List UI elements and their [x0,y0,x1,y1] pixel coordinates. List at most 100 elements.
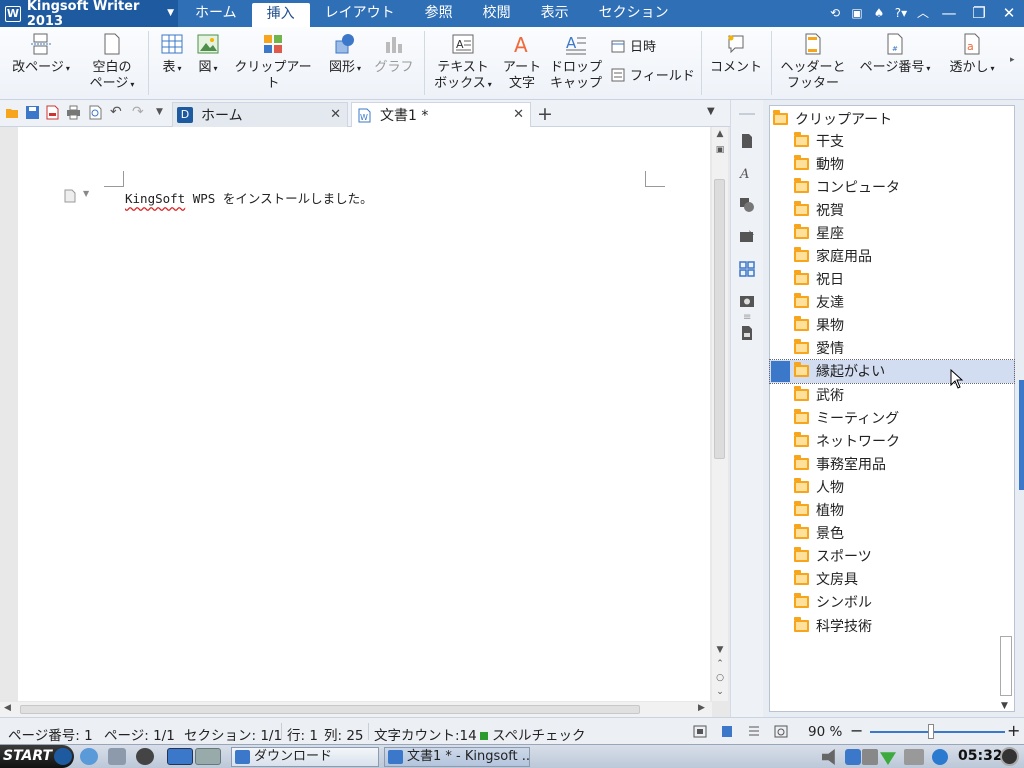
zoom-slider[interactable] [870,731,1005,733]
web-view-icon[interactable] [774,725,788,738]
tab-insert[interactable]: 挿入 [251,3,310,27]
paragraph-handle-icon[interactable] [64,189,76,203]
customize-dropdown-icon[interactable]: ▼ [156,107,163,117]
next-page-icon[interactable]: ⌄ [712,687,728,697]
export-pdf-icon[interactable] [45,105,60,120]
undo-icon[interactable]: ↶ [110,104,122,120]
clipart-category-item[interactable]: コンピュータ [770,175,1014,198]
save-icon[interactable] [25,105,40,120]
workspace-2-icon[interactable] [195,748,221,765]
horizontal-scrollbar[interactable]: ◀ ▶ [0,702,712,717]
volume-icon[interactable] [822,749,835,765]
print-preview-icon[interactable] [88,105,103,120]
file-manager-icon[interactable] [108,748,126,765]
datetime-button[interactable]: 日時 [611,36,656,55]
clipart-category-item[interactable]: 武術 [770,383,1014,406]
app-menu-button[interactable]: W Kingsoft Writer 2013 ▼ [0,0,178,29]
document-text[interactable]: KingSoft WPS をインストールしました。 [125,188,373,207]
skin-icon[interactable]: ▣ [846,0,868,27]
misspelled-word[interactable]: KingSoft [125,191,185,206]
clipart-category-item[interactable]: 文房具 [770,568,1014,591]
field-button[interactable]: フィールド [611,65,695,84]
clipart-category-item[interactable]: 果物 [770,314,1014,337]
clipart-category-item[interactable]: 祝賀 [770,198,1014,221]
panel-scroll-down-icon[interactable]: ▼ [1001,701,1008,711]
status-spell-check[interactable]: スペルチェック [480,724,586,744]
open-folder-icon[interactable] [5,105,20,120]
page-view-icon[interactable] [720,725,734,738]
panel-collapse-handle[interactable] [1019,380,1024,490]
watermark-button[interactable]: a 透かし ▾ [944,33,1000,77]
clipart-category-item[interactable]: 人物 [770,475,1014,498]
table-button[interactable]: 表 ▾ [156,33,188,77]
panel-splitter[interactable]: ≡ [743,312,751,323]
status-char-count[interactable]: 文字カウント:14 [374,724,477,744]
start-orb-icon[interactable] [54,748,72,765]
zoom-out-button[interactable]: − [850,721,863,740]
close-tab-icon[interactable]: ✕ [330,107,341,122]
tab-home-doc[interactable]: D ホーム ✕ [172,102,348,127]
clipart-category-item[interactable]: 事務室用品 [770,452,1014,475]
workspace-1-icon[interactable] [167,748,193,765]
clipart-category-item[interactable]: 祝日 [770,268,1014,291]
tab-section[interactable]: セクション [584,0,684,27]
ribbon-scroll-right-icon[interactable]: ▸ [1010,55,1015,65]
clipart-button[interactable]: クリップアート [230,33,316,92]
chart-button[interactable]: グラフ [374,33,414,76]
task-download[interactable]: ダウンロード [231,747,379,767]
clipart-category-item[interactable]: 植物 [770,499,1014,522]
battery-icon[interactable] [862,749,878,765]
clipart-category-item[interactable]: 動物 [770,152,1014,175]
tab-document[interactable]: W 文書1 * ✕ [351,102,531,127]
minimize-button[interactable]: — [934,0,964,27]
header-footer-button[interactable]: ヘッダーと フッター [778,33,848,92]
clipart-root[interactable]: クリップアート [773,109,892,129]
headphones-icon[interactable] [136,748,154,765]
close-tab-icon[interactable]: ✕ [513,107,524,122]
clipart-category-item[interactable]: 星座 [770,221,1014,244]
fullscreen-icon[interactable] [693,725,707,738]
new-tab-icon[interactable]: + [537,103,553,125]
prev-page-icon[interactable]: ⌃ [712,659,728,669]
picture-button[interactable]: 図 ▾ [192,33,224,77]
tab-references[interactable]: 参照 [410,0,468,27]
tab-layout[interactable]: レイアウト [310,0,410,27]
wifi-icon[interactable] [880,752,896,765]
clipart-category-item[interactable]: 友達 [770,291,1014,314]
shirt-icon[interactable]: ♠ [868,0,890,27]
zoom-level[interactable]: 90 % [808,724,842,740]
clipart-panel-icon[interactable] [739,261,755,277]
shape-format-icon[interactable] [739,197,755,213]
print-icon[interactable] [66,105,81,120]
wordart-button[interactable]: A アート 文字 [500,33,544,92]
close-button[interactable]: ✕ [994,0,1024,27]
scroll-down-icon[interactable]: ▼ [712,645,728,655]
select-browse-icon[interactable]: ○ [712,673,728,683]
shapes-button[interactable]: 図形 ▾ [324,33,366,77]
zoom-in-button[interactable]: + [1007,721,1020,740]
scroll-up-icon[interactable]: ▲ [712,129,728,139]
paragraph-dropdown-icon[interactable]: ▼ [83,189,89,198]
page-break-button[interactable]: 改ページ ▾ [8,33,74,77]
panel-scrollbar[interactable]: ▼ [998,636,1014,711]
new-document-icon[interactable] [739,133,755,149]
clipart-category-item[interactable]: 愛情 [770,337,1014,360]
blank-page-button[interactable]: 空白の ページ ▾ [84,33,140,93]
power-icon[interactable] [1000,747,1019,766]
document-page[interactable]: ▼ KingSoft WPS をインストールしました。 [18,127,710,701]
tab-review[interactable]: 校閲 [468,0,526,27]
browser-icon[interactable] [80,748,98,765]
backup-icon[interactable] [739,325,755,341]
network-shield-icon[interactable] [845,749,861,765]
panel-scroll-thumb[interactable] [1000,636,1012,696]
collapse-ribbon-icon[interactable]: ︿ [912,0,934,27]
screenshot-icon[interactable] [739,293,755,309]
clipart-category-item[interactable]: ミーティング [770,406,1014,429]
picture-format-icon[interactable] [739,229,755,245]
scroll-thumb[interactable] [714,179,725,459]
scroll-right-icon[interactable]: ▶ [698,703,705,713]
clipart-category-item[interactable]: 縁起がよい [769,358,1015,385]
sync-icon[interactable]: ⟲ [824,0,846,27]
update-icon[interactable] [932,749,948,765]
horizontal-scroll-thumb[interactable] [20,705,640,714]
